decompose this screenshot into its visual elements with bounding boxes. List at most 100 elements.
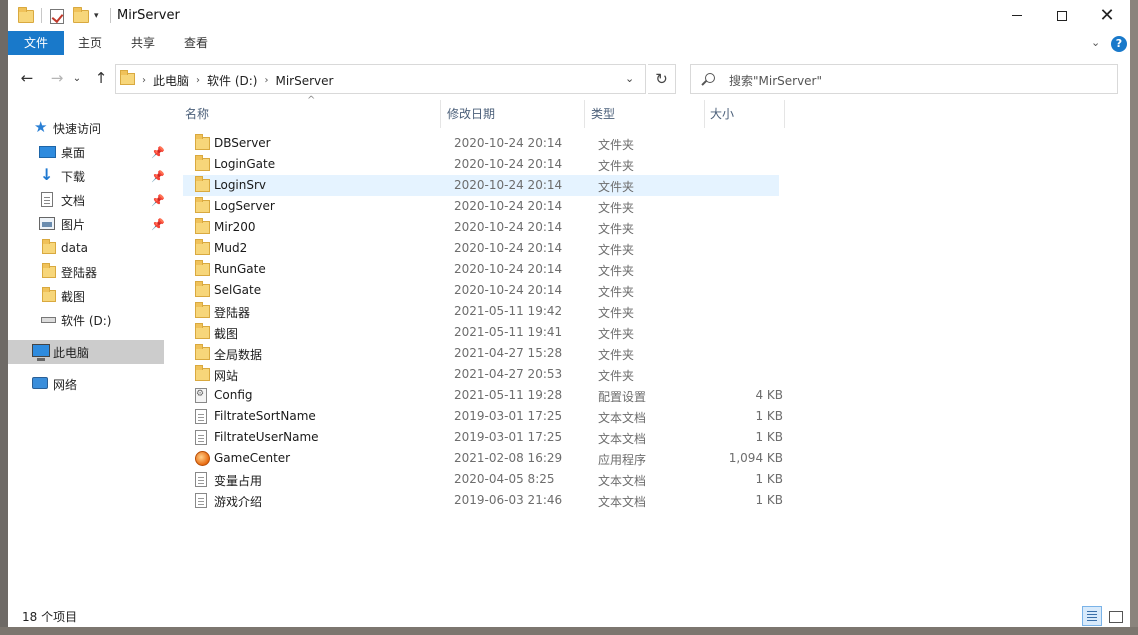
table-row[interactable]: 变量占用 2020-04-05 8:25 文本文档 1 KB [183,469,783,490]
file-name: 网站 [214,369,239,383]
tab-home[interactable]: 主页 [70,31,110,55]
refresh-button[interactable]: ↻ [648,64,676,94]
text-file-icon [195,430,207,445]
table-row[interactable]: FiltrateUserName 2019-03-01 17:25 文本文档 1 KB [183,427,783,448]
picture-icon [39,217,55,230]
tab-file[interactable]: 文件 [8,31,64,55]
pin-icon[interactable]: 📌 [151,146,165,159]
column-header-date[interactable]: 修改日期 [447,100,577,128]
sidebar-item-pictures[interactable]: 图片 📌 [8,212,165,236]
table-row[interactable]: SelGate 2020-10-24 20:14 文件夹 [183,280,779,301]
folder-icon [195,365,210,381]
ribbon-tabs: 文件 主页 共享 查看 ⌄ ? [8,31,1130,56]
table-row[interactable]: 登陆器 2021-05-11 19:42 文件夹 [183,301,779,322]
table-row[interactable]: RunGate 2020-10-24 20:14 文件夹 [183,259,779,280]
status-bar: 18 个项目 [8,605,1130,627]
sidebar-item-label: 下载 [61,169,86,184]
column-divider[interactable] [784,100,785,128]
chevron-right-icon[interactable]: › [142,75,146,86]
sidebar-item-desktop[interactable]: 桌面 📌 [8,140,165,164]
maximize-button[interactable] [1039,0,1085,31]
desktop-icon [39,146,56,158]
expand-ribbon-chevron-icon[interactable]: ⌄ [1091,36,1100,49]
table-row[interactable]: 网站 2021-04-27 20:53 文件夹 [183,364,779,385]
tab-share[interactable]: 共享 [123,31,163,55]
maximize-icon [1057,10,1067,21]
table-row[interactable]: DBServer 2020-10-24 20:14 文件夹 [183,133,779,154]
sidebar-item-documents[interactable]: 文档 📌 [8,188,165,212]
details-view-icon[interactable] [1082,606,1102,626]
file-name: LogServer [214,199,275,213]
file-type: 配置设置 [598,390,647,404]
table-row[interactable]: Mir200 2020-10-24 20:14 文件夹 [183,217,779,238]
properties-icon[interactable] [50,6,64,26]
folder-icon [195,176,210,192]
sidebar-item-downloads[interactable]: ↓ 下载 📌 [8,164,165,188]
table-row[interactable]: 截图 2021-05-11 19:41 文件夹 [183,322,779,343]
recent-locations-chevron-icon[interactable]: ⌄ [70,66,84,90]
table-row[interactable]: Config 2021-05-11 19:28 配置设置 4 KB [183,385,783,406]
breadcrumb-this-pc[interactable]: 此电脑 [153,72,189,89]
back-button[interactable]: ← [16,66,38,90]
sidebar-item-label: 快速访问 [53,121,102,136]
quick-access-folder-icon[interactable] [18,6,34,26]
column-header-name[interactable]: 名称 [185,100,435,128]
column-divider[interactable] [440,100,441,128]
file-date: 2021-05-11 19:41 [454,325,563,339]
table-row[interactable]: Mud2 2020-10-24 20:14 文件夹 [183,238,779,259]
sidebar-item-network[interactable]: 网络 [8,372,164,396]
breadcrumb-mirserver[interactable]: MirServer [275,74,333,88]
folder-icon [42,263,56,278]
tab-view[interactable]: 查看 [176,31,216,55]
address-toolbar: ← → ⌄ ↑ › 此电脑 › 软件 (D:) › MirServer ⌄ ↻ … [8,56,1130,100]
large-icons-view-icon[interactable] [1105,606,1125,626]
table-row[interactable]: 全局数据 2021-04-27 15:28 文件夹 [183,343,779,364]
column-header-type[interactable]: 类型 [591,100,701,128]
folder-icon [195,155,210,171]
customize-toolbar-chevron-icon[interactable]: ▾ [94,6,99,26]
file-name: 变量占用 [214,474,263,488]
file-size: 1,094 KB [728,451,783,465]
help-icon[interactable]: ? [1111,36,1127,52]
table-row[interactable]: GameCenter 2021-02-08 16:29 应用程序 1,094 KB [183,448,783,469]
minimize-button[interactable] [994,0,1040,31]
sidebar-item-drive-d[interactable]: 软件 (D:) [8,308,164,332]
sidebar-item-launcher[interactable]: 登陆器 [8,260,164,284]
sidebar-item-this-pc[interactable]: 此电脑 [8,340,164,364]
file-type: 文件夹 [598,327,635,341]
forward-button[interactable]: → [46,66,68,90]
search-box[interactable]: 搜索"MirServer" [690,64,1118,94]
breadcrumb-drive-d[interactable]: 软件 (D:) [207,72,257,89]
close-button[interactable]: ✕ [1084,0,1130,31]
file-size: 1 KB [755,409,783,423]
new-folder-icon[interactable] [73,6,89,26]
sidebar-item-label: 文档 [61,193,86,208]
column-divider[interactable] [704,100,705,128]
sidebar-item-data[interactable]: data [8,236,164,260]
pin-icon[interactable]: 📌 [151,218,165,231]
column-header-size[interactable]: 大小 [710,100,780,128]
sidebar-item-label: 截图 [61,289,86,304]
table-row[interactable]: LoginGate 2020-10-24 20:14 文件夹 [183,154,779,175]
pin-icon[interactable]: 📌 [151,194,165,207]
table-row[interactable]: LogServer 2020-10-24 20:14 文件夹 [183,196,779,217]
file-name: 游戏介绍 [214,495,263,509]
up-button[interactable]: ↑ [90,66,112,90]
folder-icon [195,344,210,360]
address-dropdown-chevron-icon[interactable]: ⌄ [625,72,634,85]
sidebar-item-screenshots[interactable]: 截图 [8,284,164,308]
sidebar-item-quick-access[interactable]: ★ 快速访问 [8,116,164,140]
file-type: 文本文档 [598,432,647,446]
file-date: 2020-10-24 20:14 [454,199,563,213]
file-date: 2021-05-11 19:28 [454,388,563,402]
address-bar[interactable]: › 此电脑 › 软件 (D:) › MirServer ⌄ [115,64,646,94]
column-divider[interactable] [584,100,585,128]
pin-icon[interactable]: 📌 [151,170,165,183]
table-row[interactable]: 游戏介绍 2019-06-03 21:46 文本文档 1 KB [183,490,783,511]
chevron-right-icon[interactable]: › [264,75,268,86]
sidebar-item-label: data [61,241,89,255]
table-row[interactable]: FiltrateSortName 2019-03-01 17:25 文本文档 1 KB [183,406,783,427]
download-icon: ↓ [40,165,54,184]
table-row[interactable]: LoginSrv 2020-10-24 20:14 文件夹 [183,175,779,196]
chevron-right-icon[interactable]: › [196,75,200,86]
